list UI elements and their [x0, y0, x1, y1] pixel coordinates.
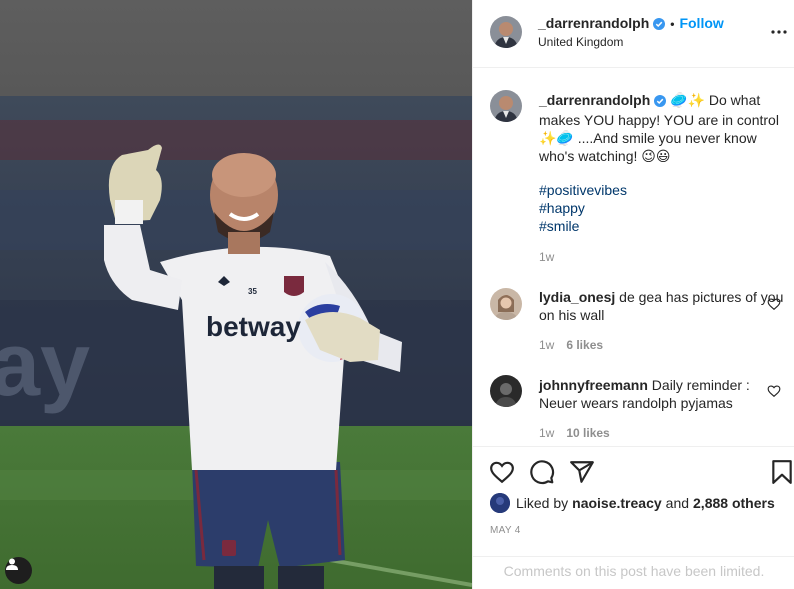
tagged-users-button[interactable] [5, 557, 32, 584]
avatar-image [490, 90, 522, 122]
header-username[interactable]: _darrenrandolph [538, 15, 649, 31]
comment-text: lydia_onesj de gea has pictures of you o… [539, 288, 784, 324]
hashtags: #positivevibes #happy #smile [539, 181, 627, 235]
likes-others-link[interactable]: 2,888 others [693, 495, 775, 511]
header-username-line: _darrenrandolph • Follow [538, 15, 724, 33]
likes-and: and [665, 495, 690, 511]
liker-avatar[interactable] [490, 493, 510, 513]
comment-meta: 1w 6 likes [539, 338, 603, 352]
caption-avatar[interactable] [490, 90, 522, 122]
action-bar: Liked by naoise.treacy and 2,888 others … [473, 446, 794, 556]
comments-list[interactable]: _darrenrandolph 🥏✨ Do what makes YOU hap… [473, 68, 794, 446]
verified-icon [653, 17, 666, 33]
comment-likes[interactable]: 6 likes [566, 338, 603, 352]
comment-text: johnnyfreemann Daily reminder : Neuer we… [539, 376, 784, 412]
post-sidebar: _darrenrandolph • Follow United Kingdom _d… [472, 0, 794, 589]
verified-icon [654, 93, 667, 111]
shirt-number: 35 [248, 287, 257, 296]
share-icon[interactable] [569, 459, 595, 485]
post-photo[interactable]: ay betway 35 [0, 0, 472, 589]
follow-button[interactable]: Follow [679, 15, 723, 31]
avatar-image [490, 375, 522, 407]
comment-likes[interactable]: 10 likes [566, 426, 609, 440]
hashtag-link[interactable]: #smile [539, 217, 627, 235]
more-icon[interactable] [769, 22, 789, 42]
comment-meta: 1w 10 likes [539, 426, 610, 440]
likes-prefix: Liked by [516, 495, 569, 511]
avatar[interactable] [490, 16, 522, 48]
user-tag-icon [6, 558, 18, 570]
shirt-sponsor: betway [206, 311, 301, 342]
instagram-post-modal: ay betway 35 _darrenrandolph • Follow Un… [0, 0, 794, 589]
post-header: _darrenrandolph • Follow United Kingdom [473, 0, 794, 68]
liker-username[interactable]: naoise.treacy [572, 495, 662, 511]
location-link[interactable]: United Kingdom [538, 35, 623, 49]
avatar-image [490, 288, 522, 320]
photo-illustration: ay betway 35 [0, 0, 472, 589]
separator-dot: • [670, 17, 675, 31]
hashtag-link[interactable]: #happy [539, 199, 627, 217]
caption-username[interactable]: _darrenrandolph [539, 92, 650, 108]
heart-icon[interactable] [767, 297, 781, 311]
caption-text: _darrenrandolph 🥏✨ Do what makes YOU hap… [539, 91, 784, 165]
heart-icon[interactable] [489, 459, 515, 485]
comment-avatar[interactable] [490, 288, 522, 320]
comments-limited-notice: Comments on this post have been limited. [473, 556, 794, 589]
comment-username[interactable]: johnnyfreemann [539, 377, 648, 393]
hashtag-link[interactable]: #positivevibes [539, 181, 627, 199]
avatar-image [490, 16, 522, 48]
post-date[interactable]: MAY 4 [490, 525, 521, 536]
caption-meta: 1w [539, 250, 554, 264]
comment-time[interactable]: 1w [539, 338, 554, 352]
likes-summary: Liked by naoise.treacy and 2,888 others [490, 493, 779, 513]
comment-icon[interactable] [529, 459, 555, 485]
comment-username[interactable]: lydia_onesj [539, 289, 615, 305]
heart-icon[interactable] [767, 384, 781, 398]
caption-time[interactable]: 1w [539, 250, 554, 264]
comment-avatar[interactable] [490, 375, 522, 407]
bookmark-icon[interactable] [769, 459, 794, 485]
svg-text:ay: ay [0, 315, 90, 415]
comment-time[interactable]: 1w [539, 426, 554, 440]
